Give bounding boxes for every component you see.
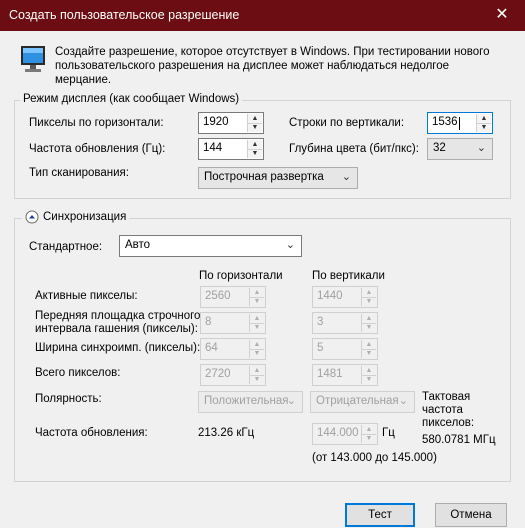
spin-down-icon[interactable]: ▼: [362, 349, 376, 358]
front-porch-h[interactable]: 8 ▲ ▼: [200, 312, 266, 334]
spin-down-icon[interactable]: ▼: [477, 123, 491, 132]
refresh-rate-spinner[interactable]: 144 ▲ ▼: [198, 138, 264, 160]
front-porch-v-value: 3: [317, 316, 324, 328]
window-title: Создать пользовательское разрешение: [9, 8, 240, 22]
title-bar: Создать пользовательское разрешение ✕: [0, 0, 525, 31]
sync-refresh-v[interactable]: 144.000 ▲ ▼: [312, 423, 378, 445]
polarity-h-select[interactable]: Положительная ⌄: [198, 391, 303, 413]
spin-down-icon[interactable]: ▼: [248, 149, 262, 158]
scan-type-label: Тип сканирования:: [29, 167, 129, 179]
v-lines-label: Строки по вертикали:: [289, 117, 405, 129]
sync-refresh-unit: Гц: [382, 427, 395, 439]
spin-down-icon[interactable]: ▼: [362, 434, 376, 443]
active-pixels-v-value: 1440: [317, 290, 343, 302]
color-depth-value: 32: [433, 142, 446, 154]
h-pixels-spinner[interactable]: 1920 ▲ ▼: [198, 112, 264, 134]
total-pixels-h[interactable]: 2720 ▲ ▼: [200, 364, 266, 386]
sync-refresh-h-value: 213.26 кГц: [198, 427, 255, 439]
active-pixels-h-value: 2560: [205, 290, 231, 302]
front-porch-h-value: 8: [205, 316, 212, 328]
chevron-down-icon: ⌄: [341, 171, 351, 183]
cancel-button[interactable]: Отмена: [435, 503, 507, 527]
intro-text: Создайте разрешение, которое отсутствует…: [55, 46, 490, 86]
active-pixels-h[interactable]: 2560 ▲ ▼: [200, 286, 266, 308]
v-lines-value: 1536: [432, 116, 458, 128]
column-vertical-header: По вертикали: [312, 270, 385, 282]
polarity-h-value: Положительная: [204, 395, 289, 407]
chevron-down-icon: ⌄: [285, 239, 295, 251]
display-mode-legend: Режим дисплея (как сообщает Windows): [20, 93, 243, 105]
spin-down-icon[interactable]: ▼: [250, 375, 264, 384]
sync-legend[interactable]: Синхронизация: [22, 210, 130, 224]
scan-type-value: Построчная развертка: [204, 171, 324, 183]
color-depth-select[interactable]: 32 ⌄: [427, 138, 493, 160]
total-pixels-v-value: 1481: [317, 368, 343, 380]
spin-down-icon[interactable]: ▼: [248, 123, 262, 132]
sync-width-v[interactable]: 5 ▲ ▼: [312, 338, 378, 360]
active-pixels-label: Активные пикселы:: [35, 290, 138, 302]
polarity-v-value: Отрицательная: [316, 395, 399, 407]
sync-width-label: Ширина синхроимп. (пикселы):: [35, 342, 201, 354]
pixel-clock-value: 580.0781 МГц: [422, 434, 496, 446]
refresh-rate-value: 144: [203, 142, 223, 154]
sync-refresh-v-value: 144.000: [317, 427, 359, 439]
chevron-down-icon: ⌄: [286, 395, 296, 407]
h-pixels-value: 1920: [203, 116, 229, 128]
text-caret: [459, 117, 460, 130]
front-porch-v[interactable]: 3 ▲ ▼: [312, 312, 378, 334]
total-pixels-label: Всего пикселов:: [35, 367, 121, 379]
column-horizontal-header: По горизонтали: [199, 270, 283, 282]
chevron-down-icon: ⌄: [476, 142, 486, 154]
chevron-down-icon: ⌄: [398, 395, 408, 407]
standard-select[interactable]: Авто ⌄: [119, 235, 302, 257]
front-porch-label: Передняя площадка строчного интервала га…: [35, 310, 201, 335]
v-lines-spinner[interactable]: 1536 ▲ ▼: [427, 112, 493, 134]
h-pixels-label: Пикселы по горизонтали:: [29, 117, 164, 129]
polarity-label: Полярность:: [35, 393, 102, 405]
spin-down-icon[interactable]: ▼: [362, 323, 376, 332]
standard-value: Авто: [125, 239, 151, 251]
sync-width-v-value: 5: [317, 342, 324, 354]
spin-down-icon[interactable]: ▼: [250, 297, 264, 306]
total-pixels-h-value: 2720: [205, 368, 231, 380]
spin-down-icon[interactable]: ▼: [362, 375, 376, 384]
pixel-clock-label: Тактовая частота пикселов:: [422, 391, 475, 429]
scan-type-select[interactable]: Построчная развертка ⌄: [198, 167, 358, 189]
close-icon[interactable]: ✕: [487, 3, 517, 27]
spin-down-icon[interactable]: ▼: [250, 323, 264, 332]
spin-down-icon[interactable]: ▼: [362, 297, 376, 306]
refresh-rate-label: Частота обновления (Гц):: [29, 143, 166, 155]
sync-refresh-label: Частота обновления:: [35, 427, 148, 439]
active-pixels-v[interactable]: 1440 ▲ ▼: [312, 286, 378, 308]
test-button[interactable]: Тест: [345, 503, 415, 527]
total-pixels-v[interactable]: 1481 ▲ ▼: [312, 364, 378, 386]
chevron-up-circle-icon[interactable]: [25, 210, 39, 224]
monitor-icon: [20, 45, 46, 73]
sync-width-h-value: 64: [205, 342, 218, 354]
sync-refresh-range: (от 143.000 до 145.000): [312, 452, 437, 464]
polarity-v-select[interactable]: Отрицательная ⌄: [310, 391, 415, 413]
sync-width-h[interactable]: 64 ▲ ▼: [200, 338, 266, 360]
spin-down-icon[interactable]: ▼: [250, 349, 264, 358]
sync-legend-label: Синхронизация: [43, 211, 127, 223]
standard-label: Стандартное:: [29, 241, 103, 253]
color-depth-label: Глубина цвета (бит/пкс):: [289, 143, 419, 155]
